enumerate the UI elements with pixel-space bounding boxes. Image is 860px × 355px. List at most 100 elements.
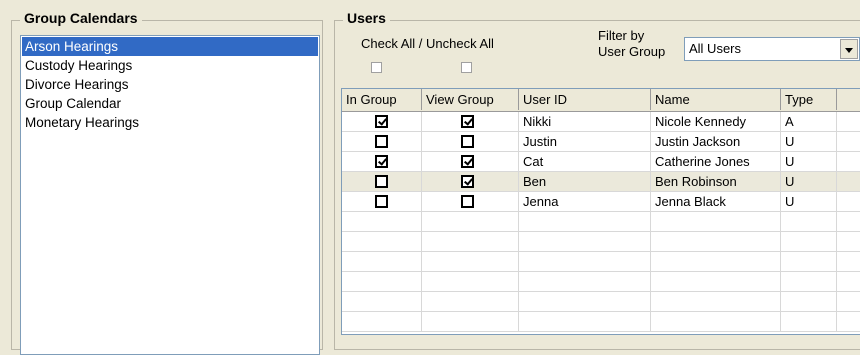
table-cell xyxy=(342,232,422,251)
group-calendars-title: Group Calendars xyxy=(20,10,142,26)
table-cell xyxy=(651,312,781,331)
empty-table-row xyxy=(342,312,860,332)
view-group-checkbox[interactable] xyxy=(461,195,474,208)
type-cell: U xyxy=(781,132,837,151)
name-cell: Jenna Black xyxy=(651,192,781,211)
header-user-id[interactable]: User ID xyxy=(519,89,651,110)
type-cell: U xyxy=(781,152,837,171)
table-cell xyxy=(651,212,781,231)
type-cell: U xyxy=(781,192,837,211)
calendar-list-item[interactable]: Custody Hearings xyxy=(22,56,318,75)
users-grid[interactable]: In Group View Group User ID Name Type Ni… xyxy=(341,88,860,335)
view-group-checkbox[interactable] xyxy=(461,115,474,128)
table-cell xyxy=(342,192,422,211)
type-cell: U xyxy=(781,172,837,191)
header-type[interactable]: Type xyxy=(781,89,837,110)
table-cell xyxy=(651,252,781,271)
type-cell: A xyxy=(781,112,837,131)
table-cell xyxy=(342,252,422,271)
table-cell xyxy=(422,232,519,251)
calendar-list-item[interactable]: Group Calendar xyxy=(22,94,318,113)
view-group-checkbox[interactable] xyxy=(461,155,474,168)
table-cell xyxy=(422,312,519,331)
view-group-checkbox[interactable] xyxy=(461,175,474,188)
table-cell xyxy=(422,192,519,211)
name-cell: Justin Jackson xyxy=(651,132,781,151)
table-cell xyxy=(422,272,519,291)
empty-table-row xyxy=(342,252,860,272)
check-all-in-group-checkbox[interactable] xyxy=(371,62,382,73)
table-cell xyxy=(342,132,422,151)
name-cell: Nicole Kennedy xyxy=(651,112,781,131)
table-cell xyxy=(837,112,860,131)
check-all-label: Check All / Uncheck All xyxy=(361,36,494,51)
table-cell xyxy=(422,152,519,171)
table-cell xyxy=(519,252,651,271)
table-cell xyxy=(837,272,860,291)
user-id-cell: Nikki xyxy=(519,112,651,131)
name-cell: Ben Robinson xyxy=(651,172,781,191)
table-cell xyxy=(837,192,860,211)
table-cell xyxy=(837,172,860,191)
table-cell xyxy=(781,252,837,271)
table-cell xyxy=(781,292,837,311)
users-title: Users xyxy=(343,10,390,26)
table-cell xyxy=(519,232,651,251)
table-cell xyxy=(342,312,422,331)
in-group-checkbox[interactable] xyxy=(375,175,388,188)
table-cell xyxy=(781,212,837,231)
table-row[interactable]: Cat Catherine Jones U xyxy=(342,152,860,172)
header-view-group[interactable]: View Group xyxy=(422,89,519,110)
in-group-checkbox[interactable] xyxy=(375,155,388,168)
table-cell xyxy=(342,152,422,171)
table-cell xyxy=(837,312,860,331)
table-cell xyxy=(837,232,860,251)
user-group-filter-value: All Users xyxy=(689,41,742,56)
view-group-checkbox[interactable] xyxy=(461,135,474,148)
table-cell xyxy=(651,232,781,251)
calendar-list-item[interactable]: Monetary Hearings xyxy=(22,113,318,132)
user-id-cell: Ben xyxy=(519,172,651,191)
table-row[interactable]: Justin Justin Jackson U xyxy=(342,132,860,152)
empty-table-row xyxy=(342,232,860,252)
in-group-checkbox[interactable] xyxy=(375,115,388,128)
user-id-cell: Justin xyxy=(519,132,651,151)
user-group-filter-select[interactable]: All Users xyxy=(684,37,860,61)
table-cell xyxy=(342,272,422,291)
table-cell xyxy=(342,172,422,191)
table-cell xyxy=(342,292,422,311)
table-cell xyxy=(519,212,651,231)
calendar-list-item[interactable]: Arson Hearings xyxy=(22,37,318,56)
table-cell xyxy=(422,292,519,311)
empty-table-row xyxy=(342,272,860,292)
table-cell xyxy=(519,272,651,291)
table-cell xyxy=(422,132,519,151)
header-in-group[interactable]: In Group xyxy=(342,89,422,110)
group-calendars-list[interactable]: Arson Hearings Custody Hearings Divorce He… xyxy=(20,35,320,355)
table-cell xyxy=(837,212,860,231)
table-row[interactable]: Nikki Nicole Kennedy A xyxy=(342,112,860,132)
table-row[interactable]: Ben Ben Robinson U xyxy=(342,172,860,192)
table-cell xyxy=(342,112,422,131)
calendar-list-item[interactable]: Divorce Hearings xyxy=(22,75,318,94)
table-row[interactable]: Jenna Jenna Black U xyxy=(342,192,860,212)
table-cell xyxy=(422,112,519,131)
table-cell xyxy=(422,172,519,191)
group-calendars-groupbox: Group Calendars Arson Hearings Custody He… xyxy=(11,10,323,355)
empty-table-row xyxy=(342,292,860,312)
in-group-checkbox[interactable] xyxy=(375,135,388,148)
header-name[interactable]: Name xyxy=(651,89,781,110)
table-cell xyxy=(342,212,422,231)
filter-label-line2: User Group xyxy=(598,44,666,59)
chevron-down-icon[interactable] xyxy=(840,39,858,59)
table-cell xyxy=(651,292,781,311)
table-cell xyxy=(837,292,860,311)
table-cell xyxy=(422,212,519,231)
user-id-cell: Cat xyxy=(519,152,651,171)
header-spacer xyxy=(837,89,860,110)
in-group-checkbox[interactable] xyxy=(375,195,388,208)
name-cell: Catherine Jones xyxy=(651,152,781,171)
table-cell xyxy=(837,252,860,271)
check-all-view-group-checkbox[interactable] xyxy=(461,62,472,73)
table-cell xyxy=(837,152,860,171)
